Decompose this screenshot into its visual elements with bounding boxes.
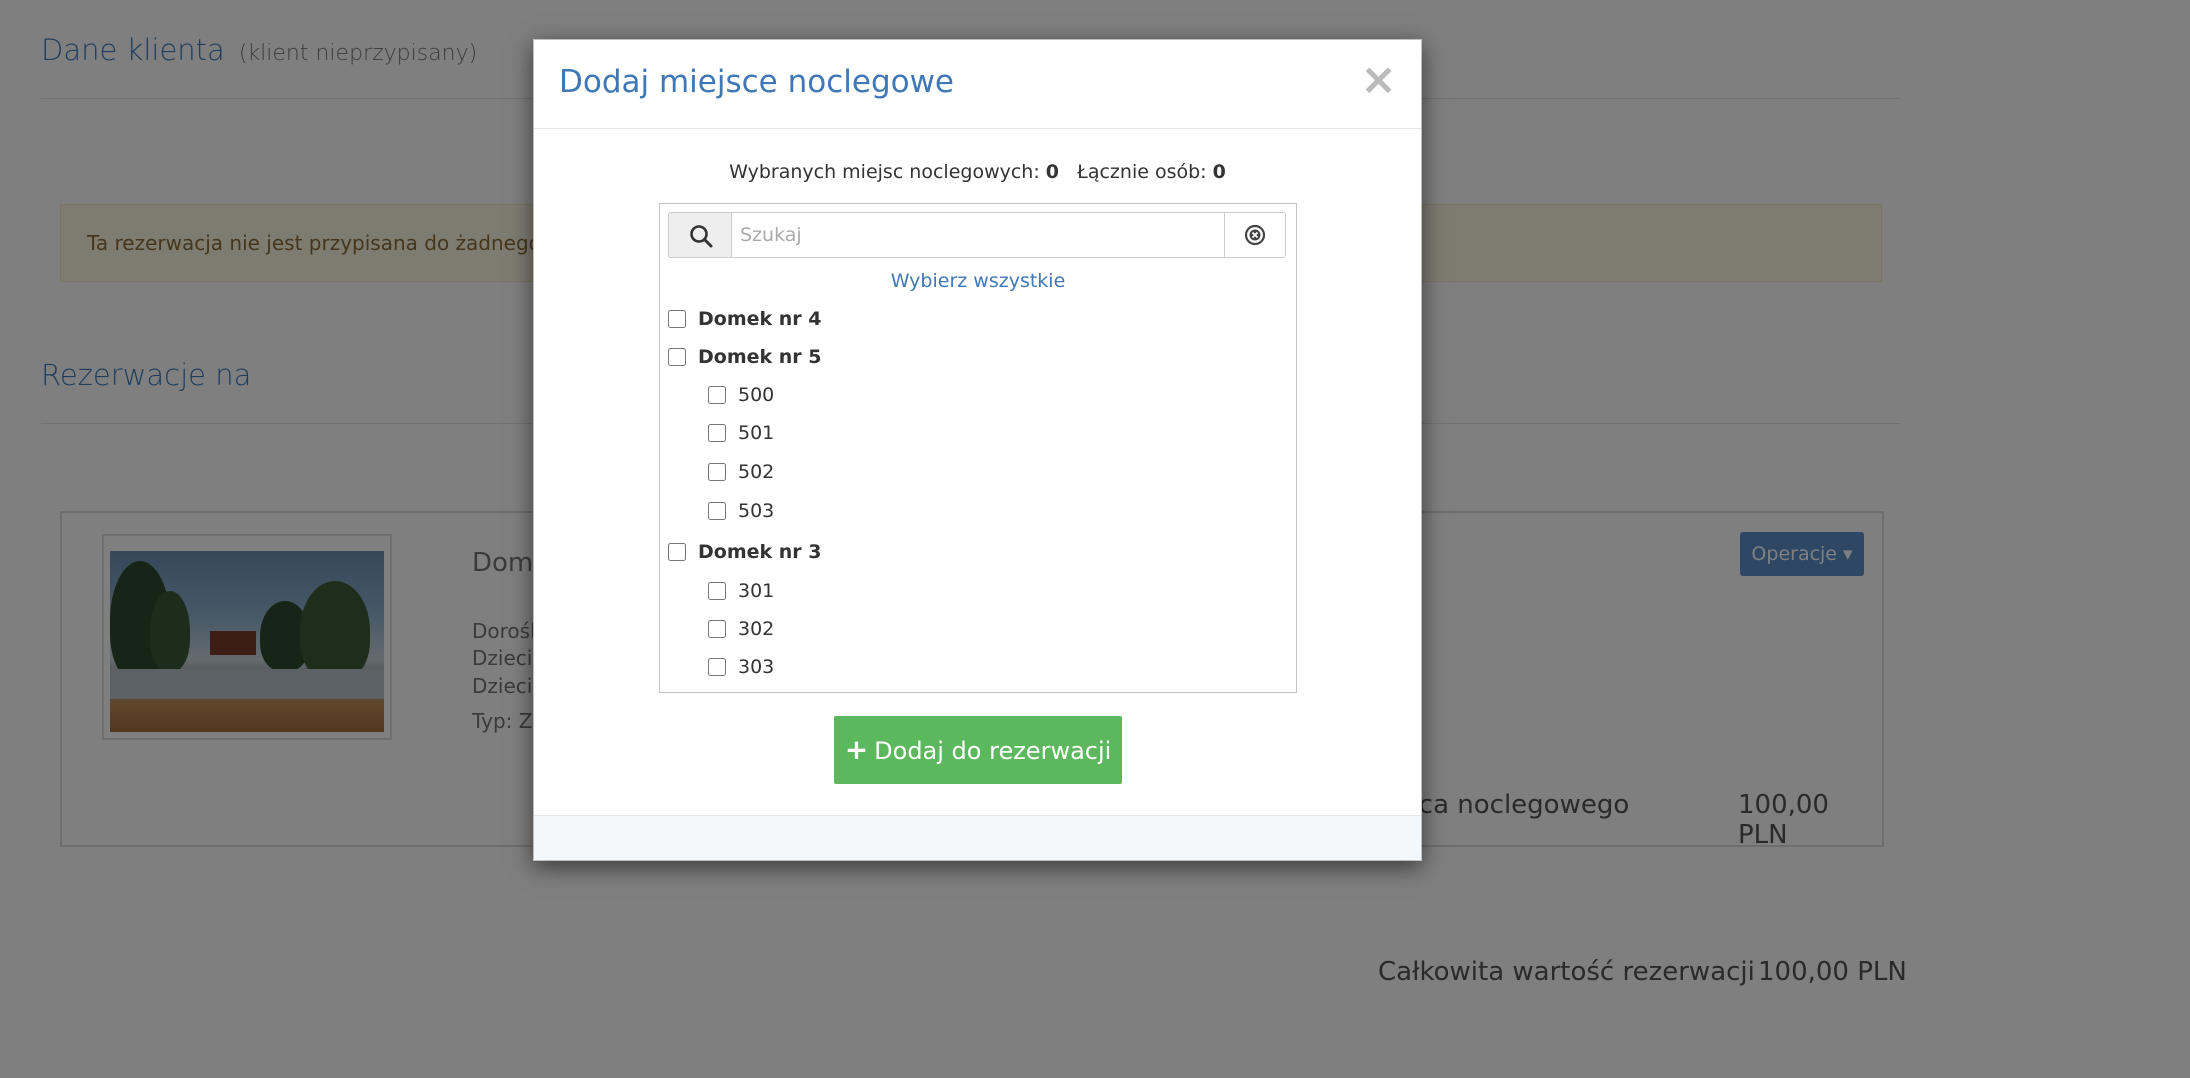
room-checkbox[interactable] (708, 463, 726, 481)
search-row (668, 212, 1286, 258)
group-item-domek-4[interactable]: Domek nr 4 (668, 304, 822, 334)
group-checkbox[interactable] (668, 543, 686, 561)
plus-icon: + (844, 733, 869, 766)
room-item-503[interactable]: 503 (708, 496, 774, 526)
clear-search-button[interactable] (1224, 212, 1286, 258)
selected-count: 0 (1045, 161, 1060, 183)
room-item-500[interactable]: 500 (708, 380, 774, 410)
room-item-501[interactable]: 501 (708, 418, 774, 448)
room-label: 301 (738, 580, 775, 602)
room-item-502[interactable]: 502 (708, 457, 774, 487)
search-input[interactable] (731, 212, 1225, 258)
clear-icon (1244, 224, 1266, 246)
room-item-303[interactable]: 303 (708, 652, 774, 682)
modal-footer (534, 815, 1421, 860)
group-item-domek-3[interactable]: Domek nr 3 (668, 537, 822, 567)
room-label: 500 (738, 384, 775, 406)
search-addon (668, 212, 732, 258)
room-label: 501 (738, 422, 775, 444)
room-label: 503 (738, 500, 775, 522)
room-label: 302 (738, 618, 775, 640)
add-to-reservation-button[interactable]: + Dodaj do rezerwacji (834, 716, 1122, 784)
room-checkbox[interactable] (708, 424, 726, 442)
group-label: Domek nr 5 (698, 346, 822, 368)
modal-header: Dodaj miejsce noclegowe × (534, 40, 1421, 129)
search-icon (690, 225, 713, 248)
close-icon[interactable]: × (1360, 54, 1397, 105)
selected-label: Wybranych miejsc noclegowych: (729, 161, 1040, 183)
accommodation-picker: Wybierz wszystkie Domek nr 4 Domek nr 5 … (659, 203, 1297, 693)
room-item-301[interactable]: 301 (708, 576, 774, 606)
modal-title: Dodaj miejsce noclegowe (559, 64, 955, 100)
select-all-link[interactable]: Wybierz wszystkie (660, 270, 1296, 292)
room-label: 303 (738, 656, 775, 678)
room-checkbox[interactable] (708, 502, 726, 520)
add-accommodation-modal: Dodaj miejsce noclegowe × Wybranych miej… (533, 39, 1422, 861)
group-label: Domek nr 3 (698, 541, 822, 563)
room-item-302[interactable]: 302 (708, 614, 774, 644)
room-checkbox[interactable] (708, 582, 726, 600)
group-checkbox[interactable] (668, 348, 686, 366)
room-label: 502 (738, 461, 775, 483)
selection-summary: Wybranych miejsc noclegowych: 0 Łącznie … (534, 161, 1421, 183)
room-checkbox[interactable] (708, 658, 726, 676)
persons-count: 0 (1212, 161, 1226, 183)
persons-label: Łącznie osób: (1077, 161, 1207, 183)
add-button-label: Dodaj do rezerwacji (874, 737, 1112, 765)
group-checkbox[interactable] (668, 310, 686, 328)
group-label: Domek nr 4 (698, 308, 822, 330)
room-checkbox[interactable] (708, 620, 726, 638)
group-item-domek-5[interactable]: Domek nr 5 (668, 342, 822, 372)
room-checkbox[interactable] (708, 386, 726, 404)
